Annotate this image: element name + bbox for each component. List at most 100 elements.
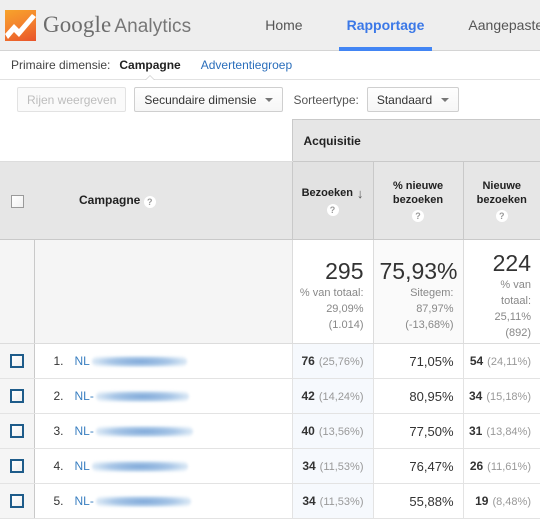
- column-header-bezoeken[interactable]: Bezoeken ↓ ?: [291, 161, 373, 240]
- table-row[interactable]: 2. NL- 42 (14,24%) 80,95% 34 (15,18%): [0, 378, 540, 414]
- row-bezoeken-value: 34: [302, 494, 316, 508]
- row-nieuwe-bezoeken: 19 (8,48%): [462, 483, 540, 519]
- group-header-blank-name: [34, 119, 292, 162]
- table-row[interactable]: 5. NL- 34 (11,53%) 55,88% 19 (8,48%): [0, 483, 540, 519]
- help-icon[interactable]: ?: [495, 210, 508, 222]
- row-campaign-prefix: NL: [74, 459, 90, 473]
- select-all-checkbox[interactable]: [10, 194, 24, 208]
- sort-type-select[interactable]: Standaard: [366, 87, 460, 112]
- row-bezoeken-percent: (25,76%): [318, 356, 364, 368]
- table-row[interactable]: 4. NL 34 (11,53%) 76,47% 26 (11,61%): [0, 448, 540, 484]
- summary-bezoeken-line1: % van totaal:: [299, 287, 364, 299]
- column-header-campagne[interactable]: Campagne ?: [34, 161, 292, 240]
- row-nieuwe-bezoeken-percent: (13,84%): [486, 426, 531, 438]
- row-checkbox[interactable]: [9, 354, 24, 369]
- redacted-campaign-name: [95, 495, 191, 507]
- sort-descending-icon[interactable]: ↓: [357, 186, 364, 201]
- row-campaign-name[interactable]: NL: [75, 354, 187, 368]
- summary-bezoeken: 295 % van totaal: 29,09% (1.014): [291, 239, 373, 344]
- row-campaign-cell[interactable]: 3. NL-: [34, 413, 292, 449]
- summary-bezoeken-line3: (1.014): [328, 319, 364, 331]
- primary-dimension-label: Primaire dimensie:: [11, 58, 111, 72]
- row-percent-nieuwe-bezoeken: 55,88%: [372, 483, 463, 519]
- column-header-percent-nieuwe-bezoeken[interactable]: % nieuwe bezoeken ?: [372, 161, 463, 240]
- row-bezoeken: 40 (13,56%): [291, 413, 373, 449]
- report-table-wrap: Acquisitie Campagne ? Bezoeken ↓ ? % nieu…: [0, 119, 540, 519]
- row-campaign-name[interactable]: NL-: [75, 424, 193, 438]
- nav-item-aangepaste-rapporten[interactable]: Aangepaste rapporten: [446, 0, 540, 51]
- rows-display-button[interactable]: Rijen weergeven: [17, 87, 127, 112]
- summary-percent-nieuwe-value: 75,93%: [379, 258, 458, 284]
- row-checkbox[interactable]: [9, 494, 24, 509]
- sort-type-label: Sorteertype:: [293, 92, 359, 107]
- help-icon[interactable]: ?: [326, 203, 339, 216]
- row-bezoeken-value: 42: [301, 389, 315, 403]
- row-rank: 3.: [53, 424, 64, 438]
- column-header-percent-nieuwe-line1: % nieuwe: [392, 180, 444, 192]
- row-checkbox-cell: [0, 413, 35, 449]
- google-analytics-logo-icon: [5, 9, 36, 41]
- redacted-campaign-name: [95, 425, 193, 437]
- row-bezoeken-percent: (11,53%): [319, 461, 364, 473]
- row-bezoeken-value: 34: [302, 459, 316, 473]
- summary-checkbox-cell: [0, 239, 35, 344]
- summary-nieuwe-bezoeken-line2: totaal:: [501, 295, 531, 307]
- brand-analytics: Analytics: [114, 16, 192, 37]
- secondary-dimension-label: Secundaire dimensie: [144, 92, 257, 107]
- primary-dimension-campagne[interactable]: Campagne: [116, 58, 183, 72]
- primary-dimension-advertentiegroep[interactable]: Advertentiegroep: [201, 58, 292, 72]
- row-rank: 4.: [53, 459, 64, 473]
- main-nav: Home Rapportage Aangepaste rapporten: [243, 0, 540, 51]
- row-bezoeken-percent: (13,56%): [318, 426, 364, 438]
- summary-name-cell: [34, 239, 292, 344]
- summary-bezoeken-value: 295: [325, 258, 364, 284]
- table-toolbar: Rijen weergeven Secundaire dimensie Sort…: [0, 80, 540, 119]
- row-campaign-name[interactable]: NL-: [75, 494, 191, 508]
- row-campaign-cell[interactable]: 5. NL-: [34, 483, 292, 519]
- column-header-nieuwe-bezoeken[interactable]: Nieuwe bezoeken ?: [462, 161, 540, 240]
- row-checkbox-cell: [0, 483, 35, 519]
- summary-nieuwe-bezoeken-value: 224: [492, 250, 531, 276]
- help-icon[interactable]: ?: [412, 210, 424, 222]
- redacted-campaign-name: [91, 460, 188, 472]
- nav-item-rapportage[interactable]: Rapportage: [325, 0, 447, 51]
- row-checkbox[interactable]: [9, 459, 24, 474]
- row-nieuwe-bezoeken: 31 (13,84%): [462, 413, 540, 449]
- summary-bezoeken-line2: 29,09%: [326, 303, 364, 315]
- table-body: 1. NL 76 (25,76%) 71,05% 54 (24,11%) 2. NL- 42 (14…: [0, 343, 540, 519]
- row-campaign-cell[interactable]: 1. NL: [34, 343, 292, 379]
- summary-percent-nieuwe-line1: Sitegem:: [410, 287, 454, 299]
- row-checkbox-cell: [0, 448, 35, 484]
- redacted-campaign-name: [91, 355, 187, 367]
- row-campaign-name[interactable]: NL-: [75, 389, 189, 403]
- redacted-campaign-name: [95, 390, 189, 402]
- row-rank: 1.: [53, 354, 64, 368]
- row-checkbox[interactable]: [9, 389, 24, 404]
- summary-nieuwe-bezoeken-line3: 25,11%: [494, 311, 532, 323]
- row-nieuwe-bezoeken-percent: (24,11%): [487, 356, 531, 368]
- row-nieuwe-bezoeken-percent: (8,48%): [492, 496, 531, 508]
- row-checkbox[interactable]: [9, 424, 24, 439]
- row-campaign-cell[interactable]: 2. NL-: [34, 378, 292, 414]
- secondary-dimension-button[interactable]: Secundaire dimensie: [134, 87, 284, 112]
- row-nieuwe-bezoeken-value: 19: [475, 494, 489, 508]
- row-nieuwe-bezoeken-percent: (11,61%): [487, 461, 531, 473]
- summary-nieuwe-bezoeken: 224 % van totaal: 25,11% (892): [462, 239, 540, 344]
- row-rank: 2.: [53, 389, 64, 403]
- row-campaign-cell[interactable]: 4. NL: [34, 448, 292, 484]
- row-bezoeken: 34 (11,53%): [291, 483, 373, 519]
- chevron-down-icon: [441, 97, 450, 102]
- row-campaign-name[interactable]: NL: [75, 459, 188, 473]
- help-icon[interactable]: ?: [143, 196, 156, 209]
- summary-nieuwe-bezoeken-line1: % van: [500, 279, 531, 291]
- table-row[interactable]: 3. NL- 40 (13,56%) 77,50% 31 (13,84%): [0, 413, 540, 449]
- sort-type-value: Standaard: [376, 92, 433, 107]
- row-nieuwe-bezoeken-value: 34: [469, 389, 483, 403]
- row-nieuwe-bezoeken-value: 54: [469, 354, 484, 368]
- app-header: Google Analytics Home Rapportage Aangepas…: [0, 0, 540, 51]
- row-checkbox-cell: [0, 343, 35, 379]
- nav-item-home[interactable]: Home: [243, 0, 324, 51]
- table-row[interactable]: 1. NL 76 (25,76%) 71,05% 54 (24,11%): [0, 343, 540, 379]
- table-column-header-row: Campagne ? Bezoeken ↓ ? % nieuwe bezoeken…: [0, 161, 540, 240]
- row-rank: 5.: [53, 494, 64, 508]
